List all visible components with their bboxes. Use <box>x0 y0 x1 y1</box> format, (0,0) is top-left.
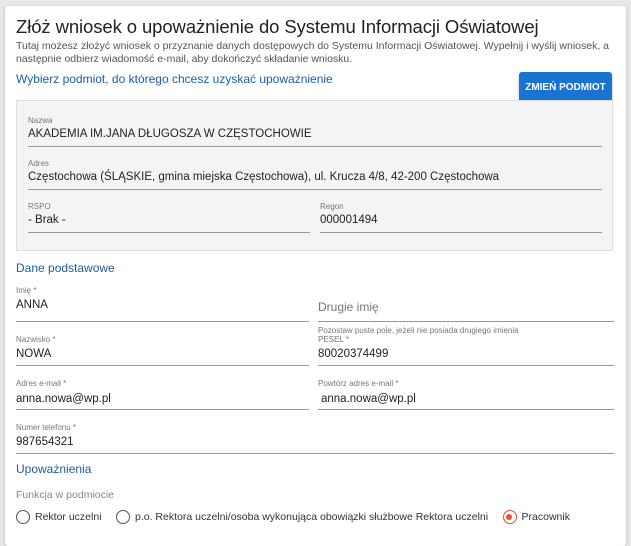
entity-rspo: - Brak - <box>28 214 66 226</box>
entity-name: AKADEMIA IM.JANA DŁUGOSZA W CZĘSTOCHOWIE <box>28 128 312 140</box>
entity-section-title: Wybierz podmiot, do którego chcesz uzysk… <box>16 72 333 86</box>
auth-section-title: Upoważnienia <box>16 462 92 476</box>
phone-field[interactable]: Numer telefonu * 987654321 <box>16 418 614 454</box>
function-radio-group: Rektor uczelni p.o. Rektora uczelni/osob… <box>16 510 580 529</box>
radio-icon <box>16 510 30 524</box>
radio-acting-rector[interactable]: p.o. Rektora uczelni/osoba wykonująca ob… <box>115 510 488 524</box>
page-title: Złóż wniosek o upoważnienie do Systemu I… <box>16 16 539 37</box>
email-field[interactable]: Adres e-mail * anna.nowa@wp.pl <box>16 374 309 410</box>
rspo-label: RSPO <box>28 202 51 211</box>
entity-box: Nazwa AKADEMIA IM.JANA DŁUGOSZA W CZĘSTO… <box>16 100 613 251</box>
first-name-field[interactable]: Imię * ANNA <box>16 286 309 322</box>
change-entity-button[interactable]: ZMIEŃ PODMIOT <box>519 72 612 102</box>
radio-rector[interactable]: Rektor uczelni <box>16 510 102 524</box>
entity-address: Częstochowa (ŚLĄSKIE, gmina miejska Częs… <box>28 171 500 183</box>
radio-icon <box>115 510 130 524</box>
radio-selected-icon <box>502 510 517 524</box>
basic-section-title: Dane podstawowe <box>16 261 115 275</box>
email-repeat-field[interactable]: Powtórz adres e-mail * anna.nowa@wp.pl <box>318 374 614 410</box>
name-label: Nazwa <box>28 116 53 125</box>
pesel-field[interactable]: PESEL * 80020374499 <box>318 330 614 366</box>
page-description: Tutaj możesz złożyć wniosek o przyznanie… <box>16 40 610 65</box>
radio-employee[interactable]: Pracownik <box>502 510 570 524</box>
regon-label: Regon <box>320 202 344 211</box>
address-label: Adres <box>28 159 49 168</box>
form-card: Złóż wniosek o upoważnienie do Systemu I… <box>5 6 626 546</box>
entity-regon: 000001494 <box>320 214 378 226</box>
second-name-field[interactable]: Drugie imię <box>318 286 614 322</box>
function-label: Funkcja w podmiocie <box>16 489 115 501</box>
last-name-field[interactable]: Nazwisko * NOWA <box>16 330 309 366</box>
